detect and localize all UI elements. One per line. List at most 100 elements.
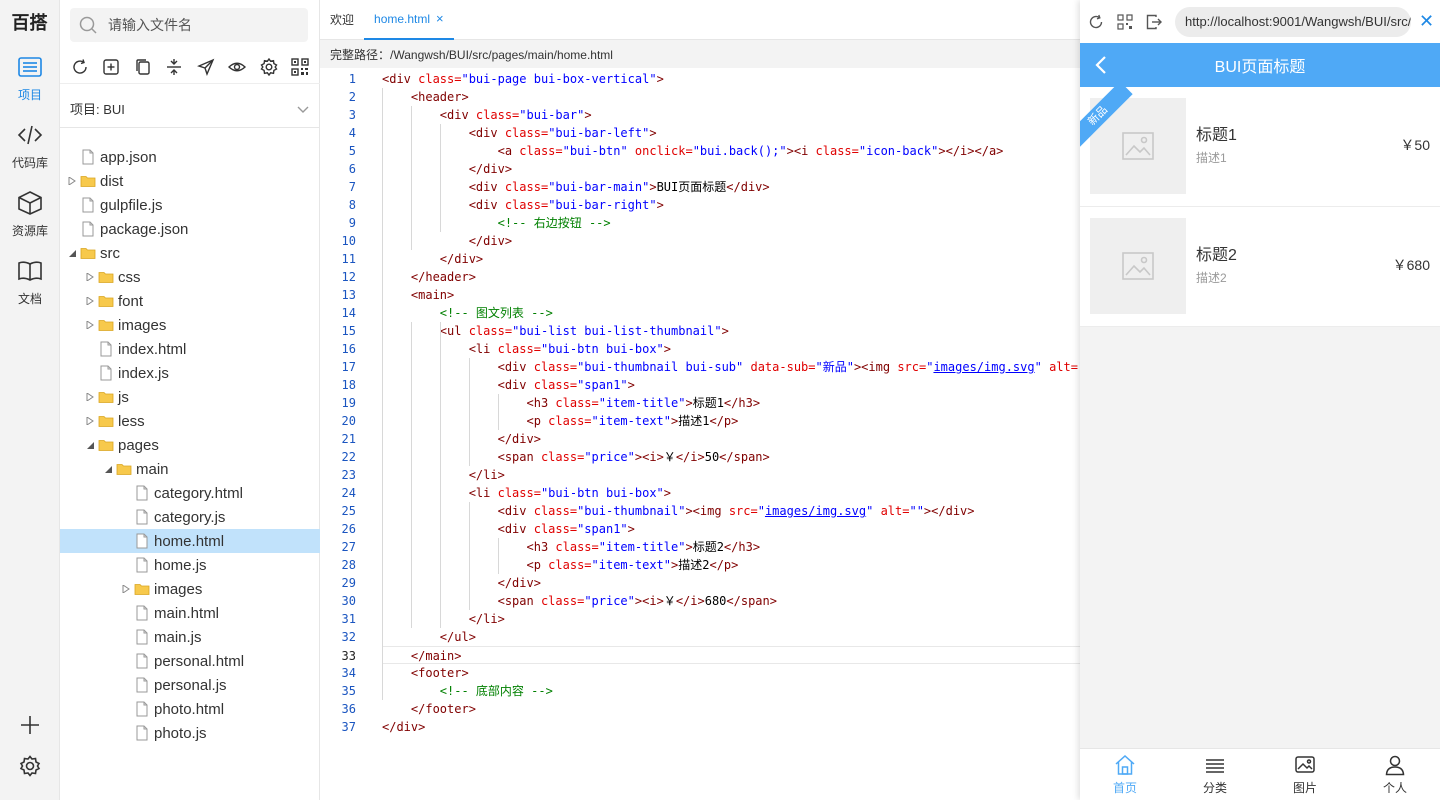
tree-folder[interactable]: pages: [60, 433, 320, 457]
project-selector[interactable]: 项目: BUI: [60, 90, 320, 128]
close-icon[interactable]: ✕: [1419, 11, 1434, 32]
chevron-right-icon[interactable]: [86, 321, 94, 329]
code-token: "bui-thumbnail": [577, 504, 686, 518]
code-text: <!-- 图文列表 -->: [382, 304, 553, 322]
tree-file[interactable]: photo.js: [60, 721, 320, 745]
tree-folder[interactable]: src: [60, 241, 320, 265]
code-token: class=: [504, 198, 549, 212]
tab-home[interactable]: 首页: [1080, 749, 1170, 800]
collapse-icon[interactable]: [165, 58, 183, 76]
tree-folder[interactable]: main: [60, 457, 320, 481]
tree-file[interactable]: main.js: [60, 625, 320, 649]
chevron-right-icon[interactable]: [86, 273, 94, 281]
code-token: <div: [382, 198, 505, 212]
activity-item-resources[interactable]: 资源库: [0, 180, 60, 248]
code-area[interactable]: 1 <div class="bui-page bui-box-vertical">…: [320, 70, 1080, 750]
line-number: 3: [348, 108, 356, 122]
new-file-icon[interactable]: [102, 58, 120, 76]
tree-file[interactable]: personal.js: [60, 673, 320, 697]
code-text: </ul>: [382, 628, 476, 646]
chevron-down-icon[interactable]: [68, 249, 76, 257]
list-item[interactable]: 新品 标题1 描述1 ￥50: [1080, 87, 1440, 207]
tree-item-label: pages: [118, 436, 159, 454]
code-text: <h3 class="item-title">标题1</h3>: [382, 394, 760, 412]
chevron-right-icon[interactable]: [86, 417, 94, 425]
chevron-down-icon[interactable]: [86, 441, 94, 449]
chevron-down-icon[interactable]: [104, 465, 112, 473]
activity-item-docs[interactable]: 文档: [0, 248, 60, 316]
code-token: 描述1: [678, 414, 710, 428]
tree-file[interactable]: index.js: [60, 361, 320, 385]
exit-icon[interactable]: [1146, 14, 1162, 30]
chevron-right-icon[interactable]: [86, 393, 94, 401]
tree-file[interactable]: personal.html: [60, 649, 320, 673]
code-line: 20 <p class="item-text">描述1</p>: [320, 412, 1080, 430]
tree-folder[interactable]: images: [60, 577, 320, 601]
tree-item-label: package.json: [100, 220, 189, 238]
eye-icon[interactable]: [228, 58, 247, 76]
tree-folder[interactable]: js: [60, 385, 320, 409]
code-line: 1 <div class="bui-page bui-box-vertical">: [320, 70, 1080, 88]
indent-guide: [411, 106, 412, 250]
tree-item-label: category.js: [154, 508, 226, 526]
code-token: ": [757, 504, 765, 518]
chevron-right-icon[interactable]: [86, 297, 94, 305]
tree-folder[interactable]: images: [60, 313, 320, 337]
close-icon[interactable]: ×: [436, 11, 444, 26]
activity-item-code[interactable]: 代码库: [0, 112, 60, 180]
code-token: alt=: [1041, 360, 1078, 374]
tree-file[interactable]: main.html: [60, 601, 320, 625]
file-icon: [82, 197, 94, 213]
add-button[interactable]: [0, 705, 60, 745]
folder-icon: [98, 320, 114, 331]
code-text: </li>: [382, 466, 505, 484]
tree-file[interactable]: gulpfile.js: [60, 193, 320, 217]
copy-icon[interactable]: [134, 58, 152, 76]
tree-folder[interactable]: font: [60, 289, 320, 313]
tree-file[interactable]: index.html: [60, 337, 320, 361]
tree-file[interactable]: category.js: [60, 505, 320, 529]
code-token: >: [649, 180, 657, 194]
url-field[interactable]: http://localhost:9001/Wangwsh/BUI/src/pa…: [1175, 6, 1411, 37]
tab-welcome[interactable]: 欢迎: [320, 0, 364, 40]
tab-home-html[interactable]: home.html ×: [364, 0, 454, 40]
tree-file[interactable]: home.html: [60, 529, 320, 553]
tree-file[interactable]: home.js: [60, 553, 320, 577]
tree-folder[interactable]: css: [60, 265, 320, 289]
activity-item-label: 文档: [17, 291, 42, 306]
tree-file[interactable]: app.json: [60, 145, 320, 169]
code-line: 8 <div class="bui-bar-right">: [320, 196, 1080, 214]
file-search-input[interactable]: [108, 17, 298, 33]
tab-photo[interactable]: 图片: [1260, 749, 1350, 800]
settings-button[interactable]: [0, 746, 60, 786]
item-price: ￥50: [1400, 137, 1430, 153]
chevron-right-icon[interactable]: [68, 177, 76, 185]
tree-folder[interactable]: dist: [60, 169, 320, 193]
tree-file[interactable]: category.html: [60, 481, 320, 505]
send-icon[interactable]: [196, 58, 215, 76]
image-placeholder-icon: [1122, 132, 1154, 160]
code-token: >: [656, 72, 664, 86]
back-icon[interactable]: [1090, 53, 1114, 77]
tree-file[interactable]: photo.html: [60, 697, 320, 721]
code-text: <main>: [382, 286, 454, 304]
list-item[interactable]: 标题2 描述2 ￥680: [1080, 207, 1440, 327]
tree-folder[interactable]: less: [60, 409, 320, 433]
tree-file[interactable]: package.json: [60, 217, 320, 241]
gear-icon[interactable]: [260, 57, 278, 76]
activity-item-project[interactable]: 项目: [0, 44, 60, 112]
code-text: </div>: [382, 574, 541, 592]
refresh-icon[interactable]: [1088, 14, 1104, 30]
qrcode-icon[interactable]: [291, 57, 309, 76]
line-number: 30: [341, 594, 356, 608]
code-token: >: [721, 324, 729, 338]
refresh-icon[interactable]: [71, 58, 89, 76]
qrcode-icon[interactable]: [1117, 13, 1133, 30]
code-token: 标题1: [692, 396, 724, 410]
tab-category[interactable]: 分类: [1170, 749, 1260, 800]
code-editor: 欢迎 home.html × 完整路径：/Wangwsh/BUI/src/pag…: [320, 0, 1080, 800]
chevron-right-icon[interactable]: [122, 585, 130, 593]
file-icon: [136, 725, 148, 741]
thumbnail: [1090, 218, 1186, 314]
tab-personal[interactable]: 个人: [1350, 749, 1440, 800]
